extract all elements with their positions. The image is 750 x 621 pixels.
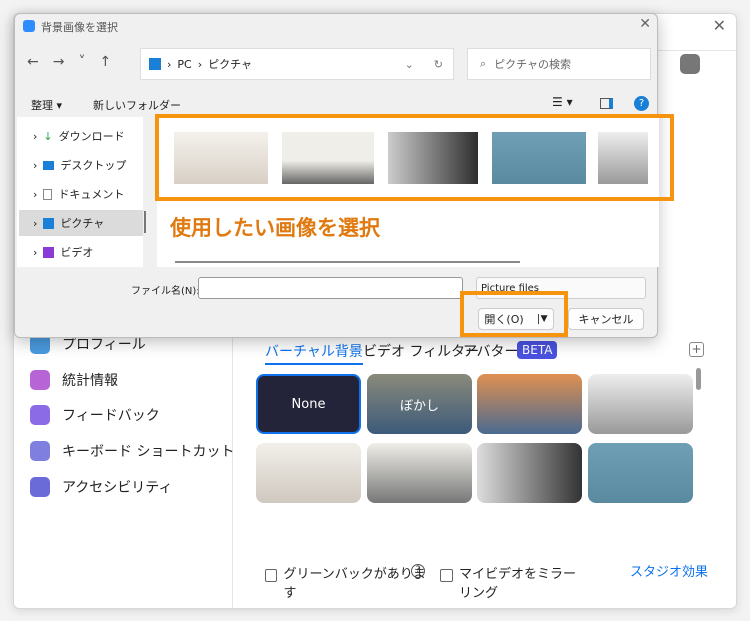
new-folder-button[interactable]: 新しいフォルダー (93, 97, 181, 113)
folder-tree: › ↓ ダウンロード › デスクトップ › ドキュメント › ピクチャ › ビデオ (17, 117, 146, 267)
dialog-title: 背景画像を選択 (41, 21, 118, 34)
chevron-down-icon[interactable]: ⌄ (405, 58, 414, 71)
search-input[interactable]: ⌕ ピクチャの検索 (467, 48, 651, 80)
label: 統計情報 (62, 373, 118, 389)
refresh-icon[interactable]: ↻ (434, 58, 443, 71)
checkbox[interactable] (440, 569, 453, 582)
highlight-box-images (155, 114, 674, 201)
tab-virtual-background[interactable]: バーチャル背景 (265, 341, 363, 365)
tree-item-pictures[interactable]: › ピクチャ (19, 210, 143, 236)
beta-badge: BETA (517, 341, 558, 359)
help-icon[interactable]: ? (634, 96, 649, 111)
preview-pane-icon[interactable] (600, 98, 613, 109)
label: ピクチャ (60, 217, 105, 230)
desktop-icon (43, 160, 55, 170)
organize-button[interactable]: 整理 ▾ (31, 97, 62, 113)
feedback-icon (30, 405, 50, 425)
label: ビデオ (60, 246, 94, 259)
highlight-box-open (460, 291, 568, 337)
mirror-checkbox[interactable]: マイビデオをミラーリング (440, 563, 585, 601)
label: キーボード ショートカット (62, 444, 235, 460)
sidebar-item-feedback[interactable]: フィードバック (30, 405, 160, 425)
bg-blur[interactable]: ぼかし (367, 374, 472, 434)
label: マイビデオをミラーリング (459, 567, 577, 601)
bg-golden-gate[interactable] (477, 374, 582, 434)
bg-living[interactable] (367, 443, 472, 503)
filename-label: ファイル名(N): (131, 286, 200, 297)
green-screen-checkbox[interactable]: グリーンバックがありま す (265, 563, 435, 601)
bg-office[interactable] (588, 374, 693, 434)
tree-item-downloads[interactable]: › ↓ ダウンロード (19, 123, 143, 149)
label: ダウンロード (58, 130, 125, 143)
search-icon: ⌕ (480, 57, 487, 70)
scrollbar[interactable] (696, 368, 701, 390)
placeholder: ピクチャの検索 (494, 58, 572, 71)
sidebar-item-shortcuts[interactable]: キーボード ショートカット (30, 441, 234, 461)
tab-avatar[interactable]: アバター (463, 341, 518, 361)
scrollbar[interactable] (144, 211, 146, 233)
keyboard-icon (30, 441, 50, 461)
checkbox[interactable] (265, 569, 278, 582)
cancel-button[interactable]: キャンセル (568, 308, 644, 330)
bg-blue-room[interactable] (588, 443, 693, 503)
breadcrumb-pc[interactable]: PC (177, 58, 191, 71)
pictures-icon (149, 58, 161, 70)
tree-item-videos[interactable]: › ビデオ (19, 239, 143, 265)
studio-effects-link[interactable]: スタジオ効果 (630, 561, 708, 580)
tree-item-desktop[interactable]: › デスクトップ (19, 152, 143, 178)
share-icon[interactable] (680, 54, 700, 74)
tree-item-documents[interactable]: › ドキュメント (19, 181, 143, 207)
close-icon[interactable]: ✕ (713, 16, 726, 35)
stats-icon (30, 370, 50, 390)
bg-none[interactable]: None (256, 374, 361, 434)
label: アクセシビリティ (62, 480, 173, 496)
bg-shelf[interactable] (477, 443, 582, 503)
pictures-icon (43, 217, 55, 229)
filename-input[interactable] (198, 277, 463, 299)
zoom-app-icon (23, 20, 35, 32)
horizontal-scrollbar[interactable] (175, 261, 520, 263)
help-icon[interactable]: ? (411, 564, 425, 578)
label: デスクトップ (60, 159, 127, 172)
sidebar-item-accessibility[interactable]: アクセシビリティ (30, 477, 172, 497)
close-icon[interactable]: ✕ (639, 16, 651, 32)
annotation-text: 使用したい画像を選択 (170, 216, 380, 240)
download-icon: ↓ (43, 129, 53, 143)
video-icon (43, 246, 55, 258)
breadcrumb-pictures[interactable]: ピクチャ (208, 56, 252, 72)
add-icon[interactable]: + (689, 342, 704, 357)
document-icon (43, 188, 53, 200)
address-bar[interactable]: › PC › ピクチャ ⌄ ↻ (140, 48, 454, 80)
sidebar-item-stats[interactable]: 統計情報 (30, 370, 118, 390)
label: ドキュメント (58, 188, 125, 201)
view-menu-icon[interactable]: ☰ ▾ (552, 95, 573, 109)
bg-chair[interactable] (256, 443, 361, 503)
tab-video-filter[interactable]: ビデオ フィルター (363, 341, 479, 361)
accessibility-icon (30, 477, 50, 497)
nav-buttons[interactable]: ←→˅↑ (27, 54, 125, 70)
label: フィードバック (62, 408, 160, 424)
